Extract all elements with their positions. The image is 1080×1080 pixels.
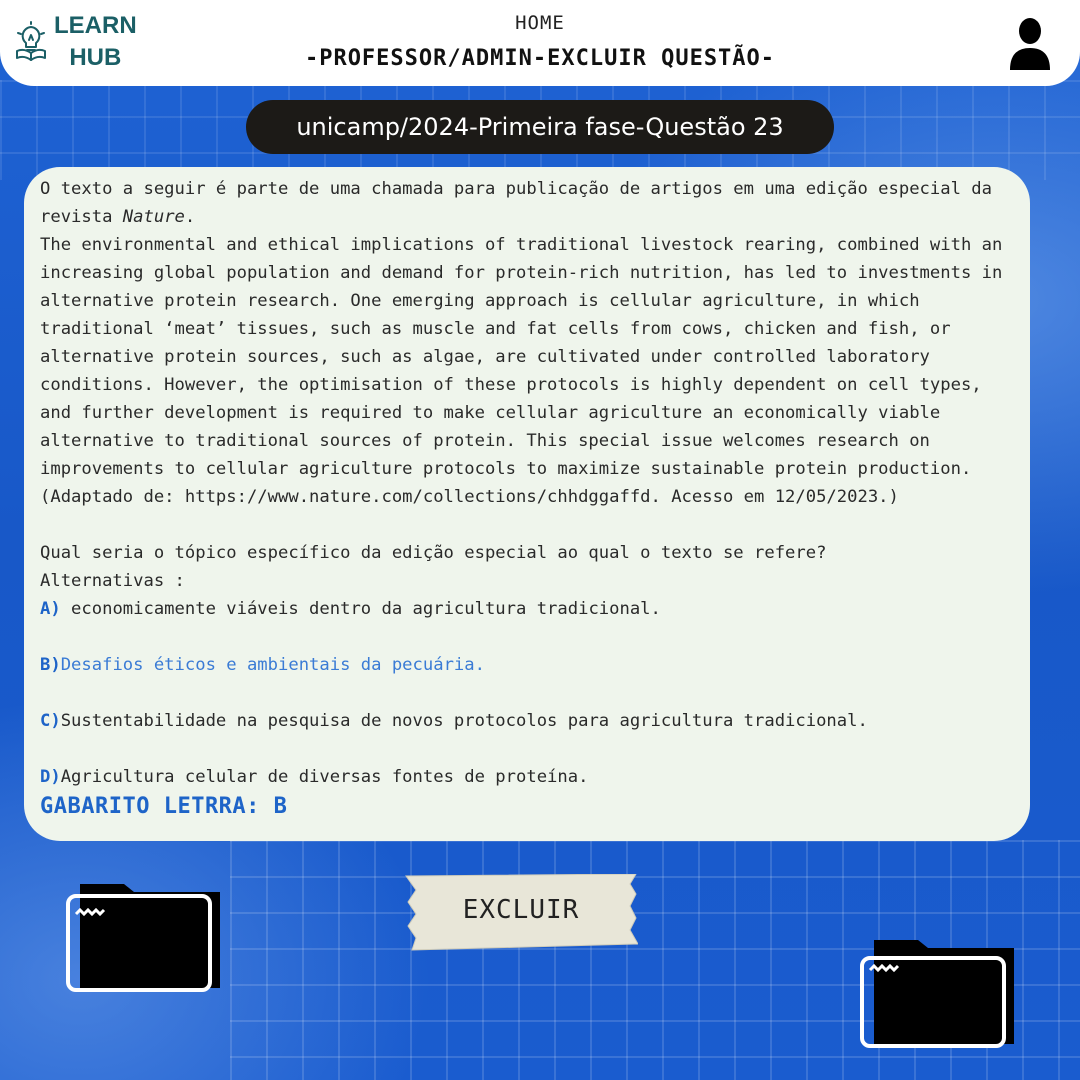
option-letter: C) bbox=[40, 711, 61, 731]
answer-key: GABARITO LETRRA: B bbox=[40, 794, 288, 819]
folder-icon bbox=[860, 940, 1014, 1048]
user-icon[interactable] bbox=[1007, 16, 1053, 72]
option-letter: D) bbox=[40, 767, 61, 787]
folder-icon bbox=[66, 884, 220, 992]
question-intro: O texto a seguir é parte de uma chamada … bbox=[40, 175, 1014, 231]
option-letter: B) bbox=[40, 655, 61, 675]
top-bar: LEARN HUB HOME -PROFESSOR/ADMIN-EXCLUIR … bbox=[0, 0, 1080, 86]
intro-italic: Nature bbox=[122, 207, 185, 227]
home-link[interactable]: HOME bbox=[0, 12, 1080, 34]
option-c[interactable]: C)Sustentabilidade na pesquisa de novos … bbox=[40, 707, 1014, 735]
option-text: Agricultura celular de diversas fontes d… bbox=[60, 767, 589, 787]
alternatives-label: Alternativas : bbox=[40, 571, 185, 591]
question-passage: The environmental and ethical implicatio… bbox=[40, 235, 1003, 479]
option-text: Sustentabilidade na pesquisa de novos pr… bbox=[60, 711, 868, 731]
option-b[interactable]: B)Desafios éticos e ambientais da pecuár… bbox=[40, 651, 1014, 679]
page-title: -PROFESSOR/ADMIN-EXCLUIR QUESTÃO- bbox=[304, 46, 776, 71]
option-text: economicamente viáveis dentro da agricul… bbox=[60, 599, 661, 619]
intro-end: . bbox=[184, 207, 196, 227]
option-a[interactable]: A) economicamente viáveis dentro da agri… bbox=[40, 595, 1014, 623]
question-source: (Adaptado de: https://www.nature.com/col… bbox=[40, 487, 899, 507]
question-tag: unicamp/2024-Primeira fase-Questão 23 bbox=[246, 100, 834, 154]
option-letter: A) bbox=[40, 599, 61, 619]
option-text: Desafios éticos e ambientais da pecuária… bbox=[60, 655, 485, 675]
delete-button[interactable]: EXCLUIR bbox=[404, 874, 638, 946]
question-prompt: Qual seria o tópico específico da edição… bbox=[40, 543, 827, 563]
question-card: O texto a seguir é parte de uma chamada … bbox=[24, 167, 1030, 841]
option-d[interactable]: D)Agricultura celular de diversas fontes… bbox=[40, 763, 1014, 791]
